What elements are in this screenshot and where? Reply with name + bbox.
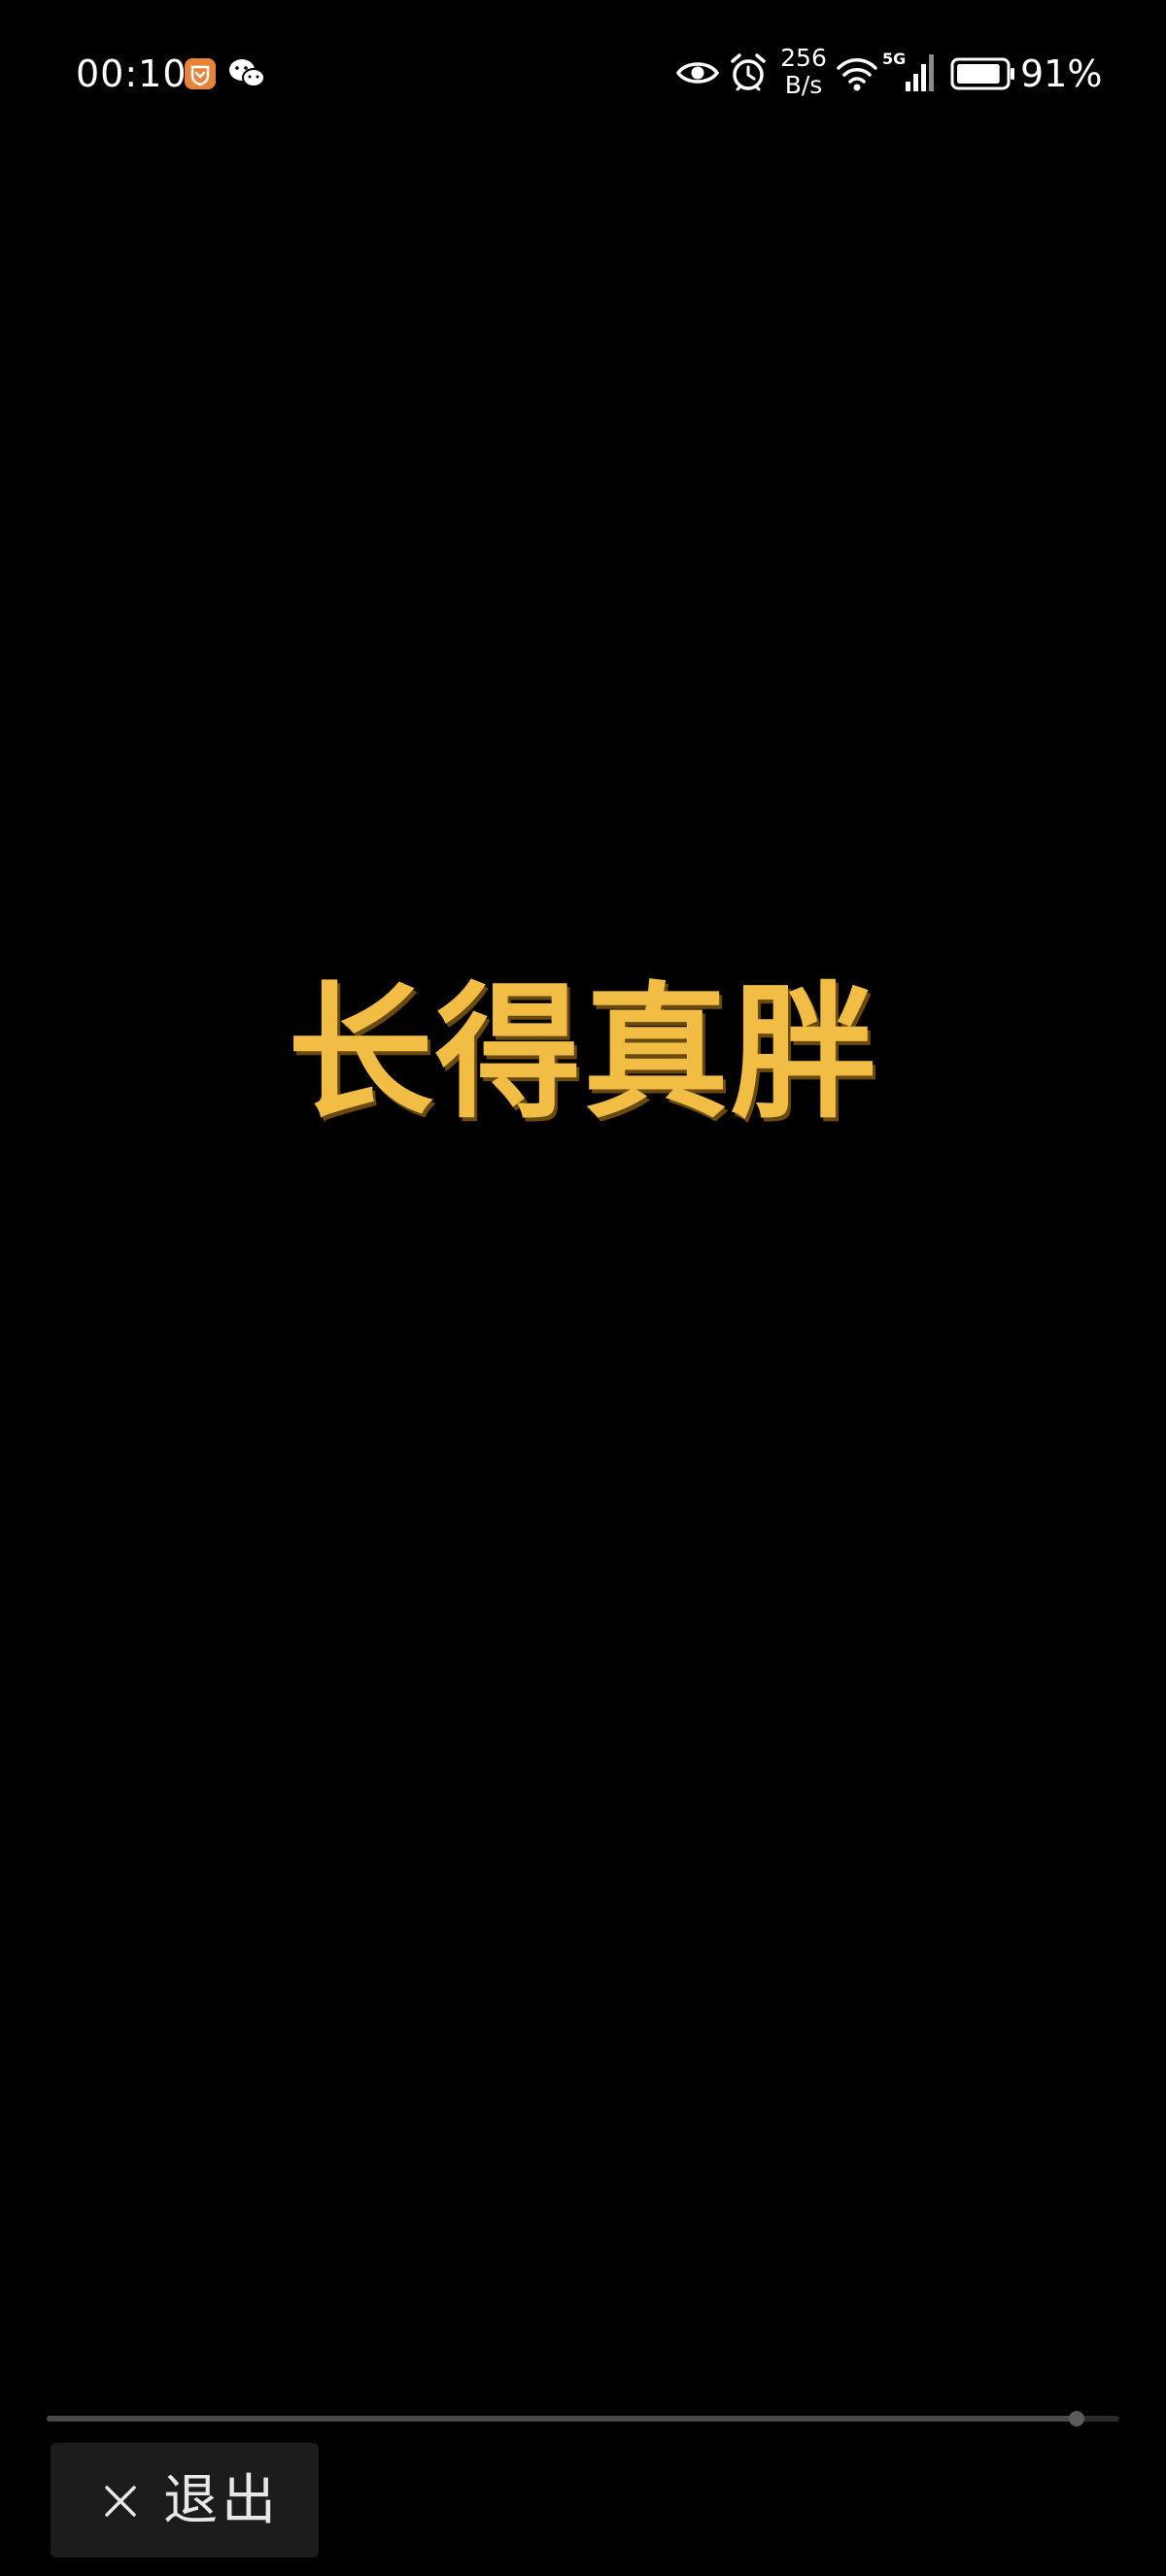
alarm-icon (729, 52, 768, 93)
battery-icon (950, 56, 1016, 91)
video-player[interactable]: 长得真胖 (0, 146, 1166, 2380)
status-bar: 00:10 256 B/s 5G 91% (0, 0, 1166, 146)
exit-button-label: 退出 (163, 2469, 280, 2532)
exit-button[interactable]: 退出 (51, 2443, 319, 2558)
eye-icon (675, 56, 720, 89)
wifi-icon (836, 54, 878, 93)
video-progress-bar[interactable] (47, 2411, 1119, 2426)
status-time: 00:10 (76, 52, 188, 95)
close-icon (99, 2480, 142, 2523)
network-speed-value: 256 (780, 44, 827, 72)
video-caption: 长得真胖 (287, 969, 878, 1138)
wechat-icon (227, 56, 266, 91)
video-progress-fill (47, 2416, 1077, 2422)
battery-percent: 91% (1020, 52, 1103, 95)
video-progress-knob[interactable] (1068, 2411, 1084, 2426)
app-notification-icon (185, 58, 216, 89)
network-speed-unit: B/s (784, 71, 823, 99)
signal-icon (880, 51, 939, 93)
network-speed: 256 B/s (777, 45, 830, 99)
